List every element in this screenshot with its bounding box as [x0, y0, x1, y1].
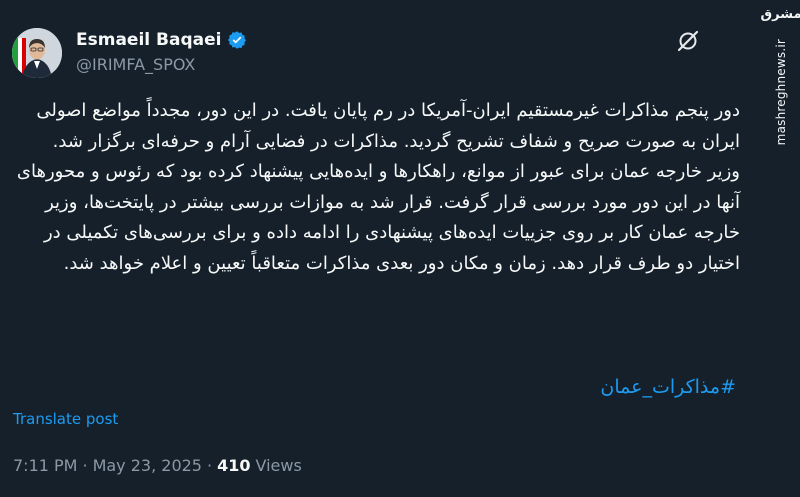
meta-separator-2: · [206, 456, 213, 475]
tweet-text: دور پنجم مذاکرات غیرمستقیم ایران-آمریکا … [14, 96, 740, 279]
author-name-row[interactable]: Esmaeil Baqaei [76, 30, 247, 50]
verified-badge-icon [228, 31, 247, 49]
tweet-meta: 7:11 PM · May 23, 2025 · 410 Views [13, 456, 302, 475]
grok-button[interactable] [673, 26, 703, 56]
tweet-date[interactable]: May 23, 2025 [93, 456, 202, 475]
avatar[interactable] [12, 28, 62, 78]
watermark: مشرق mashreghnews.ir [760, 0, 800, 497]
meta-separator: · [82, 456, 88, 475]
tweet-paragraph-1: دور پنجم مذاکرات غیرمستقیم ایران-آمریکا … [36, 100, 740, 152]
watermark-url: mashreghnews.ir [774, 39, 788, 146]
translate-post-link[interactable]: Translate post [13, 410, 118, 428]
tweet-time[interactable]: 7:11 PM [13, 456, 77, 475]
tweet: Esmaeil Baqaei @IRIMFA_SPOX دور پنجم مذا… [0, 0, 800, 497]
views-count: 410 [217, 456, 251, 475]
tweet-paragraph-2: وزیر خارجه عمان برای عبور از موانع، راهک… [16, 161, 740, 274]
grok-icon [677, 30, 699, 52]
hashtag-link[interactable]: #مذاکرات_عمان [600, 376, 736, 398]
watermark-logo: مشرق [760, 7, 800, 22]
author-name[interactable]: Esmaeil Baqaei [76, 30, 221, 50]
author-handle[interactable]: @IRIMFA_SPOX [76, 55, 195, 74]
views-label: Views [255, 456, 302, 475]
avatar-image [12, 28, 62, 78]
